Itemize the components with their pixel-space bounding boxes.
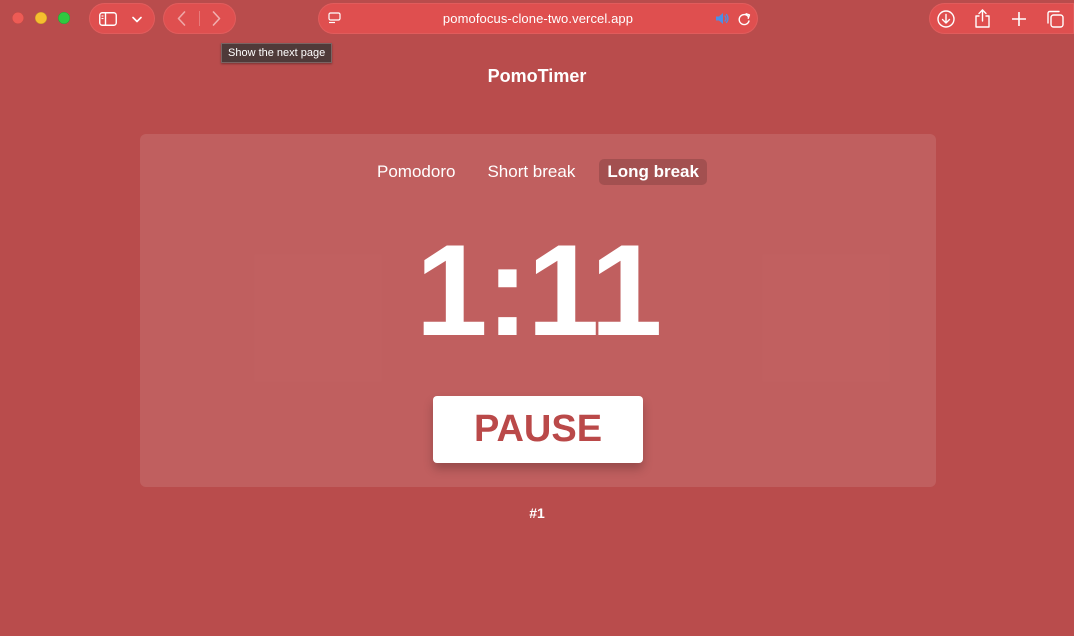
chevron-left-icon[interactable] — [174, 10, 188, 27]
session-count: #1 — [529, 505, 545, 521]
tabs-icon[interactable] — [1045, 9, 1065, 29]
tab-short-break[interactable]: Short break — [479, 159, 583, 185]
chevron-right-icon[interactable] — [209, 10, 223, 27]
navigation-group — [163, 3, 236, 34]
mode-tabs: Pomodoro Short break Long break — [140, 159, 936, 185]
browser-toolbar: pomofocus-clone-two.vercel.app — [0, 0, 1074, 38]
pause-button[interactable]: PAUSE — [433, 396, 643, 463]
download-icon[interactable] — [936, 9, 956, 29]
nav-divider — [199, 11, 200, 26]
share-icon[interactable] — [973, 8, 991, 29]
tab-pomodoro[interactable]: Pomodoro — [369, 159, 463, 185]
browser-window: pomofocus-clone-two.vercel.app Show the … — [0, 0, 1074, 636]
sidebar-toggle-group — [89, 3, 155, 34]
app-title: PomoTimer — [487, 66, 587, 86]
toolbar-actions-group — [929, 3, 1074, 34]
tooltip: Show the next page — [221, 43, 333, 63]
timer-card: Pomodoro Short break Long break 1:11 PAU… — [140, 134, 936, 487]
zoom-window-button[interactable] — [58, 12, 70, 24]
speaker-icon[interactable] — [714, 11, 730, 26]
reload-icon[interactable] — [736, 11, 752, 26]
address-bar[interactable]: pomofocus-clone-two.vercel.app — [318, 3, 758, 34]
url-text[interactable]: pomofocus-clone-two.vercel.app — [318, 3, 758, 34]
tab-long-break[interactable]: Long break — [599, 159, 707, 185]
close-window-button[interactable] — [12, 12, 24, 24]
plus-icon[interactable] — [1010, 10, 1028, 28]
minimize-window-button[interactable] — [35, 12, 47, 24]
timer-display: 1:11 — [415, 217, 662, 363]
chevron-down-icon[interactable] — [130, 12, 144, 26]
sidebar-icon[interactable] — [98, 10, 118, 27]
